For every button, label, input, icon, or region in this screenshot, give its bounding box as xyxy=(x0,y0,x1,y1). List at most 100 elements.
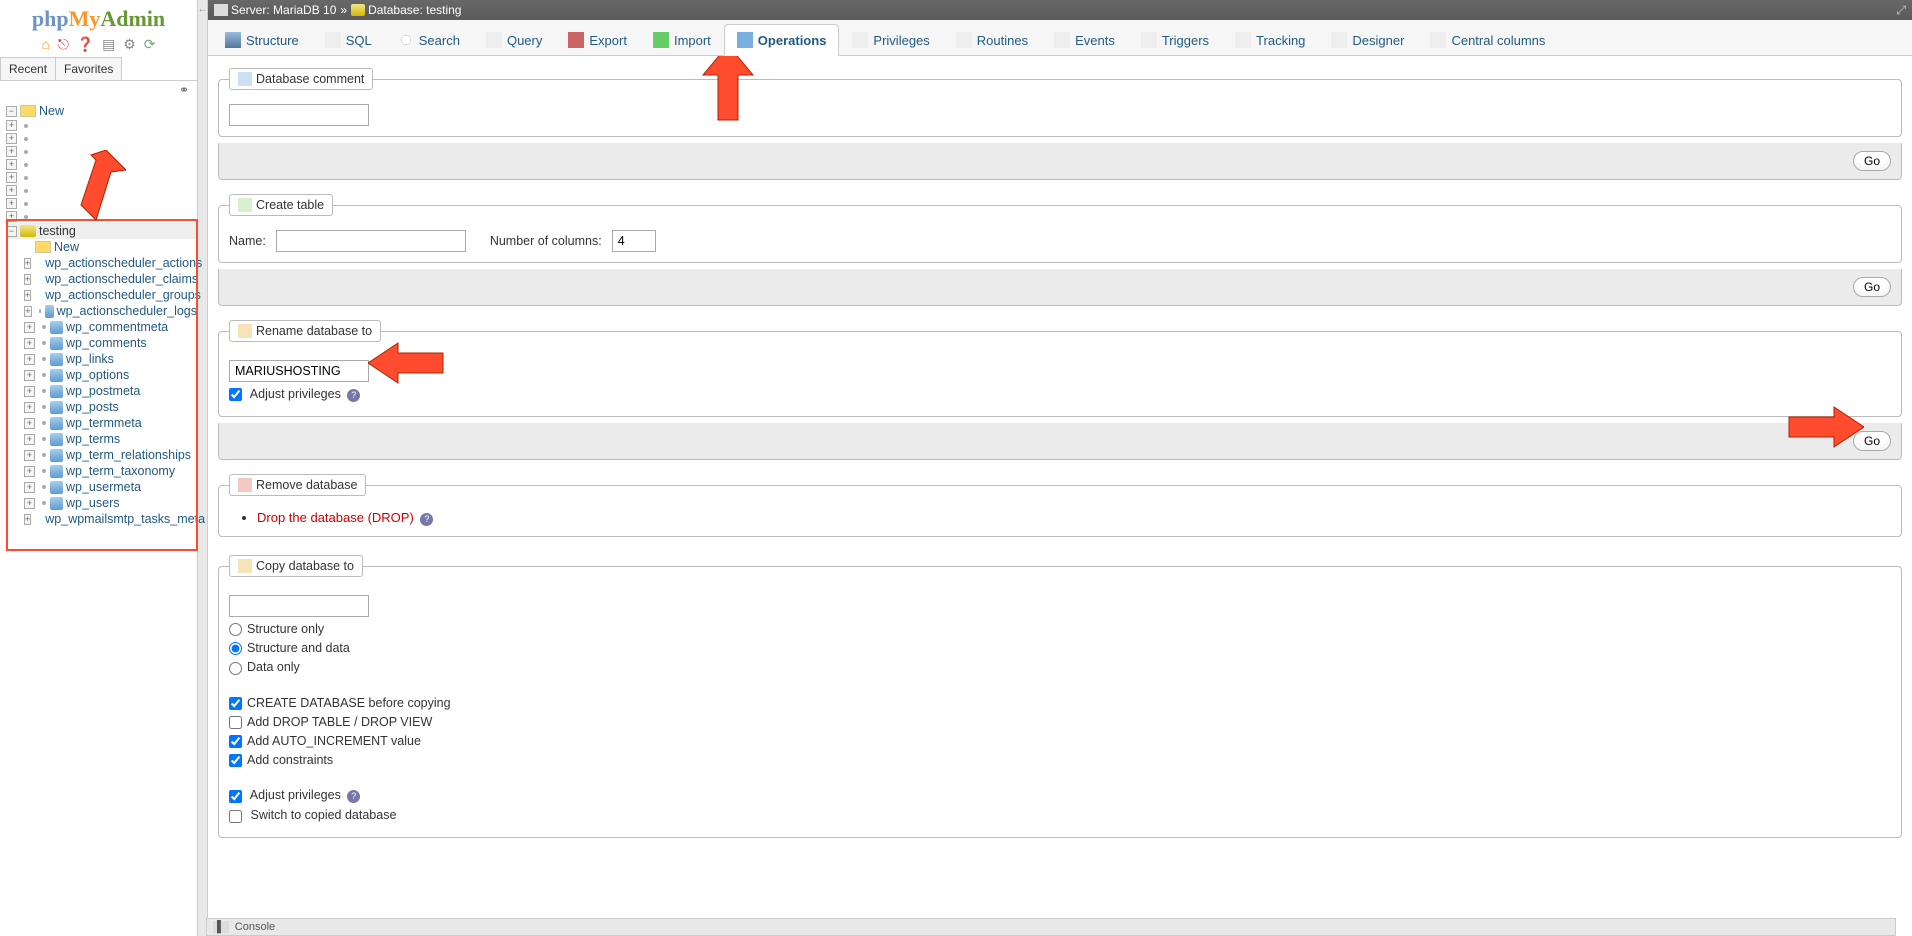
help-icon[interactable]: ? xyxy=(420,513,433,526)
table-name-input[interactable] xyxy=(276,230,466,252)
table-row[interactable]: +wp_actionscheduler_groups xyxy=(24,287,197,303)
docs-icon[interactable]: ❓ xyxy=(77,36,94,52)
tab-tracking[interactable]: Tracking xyxy=(1222,24,1318,55)
collapsed-db-8[interactable]: + xyxy=(6,210,197,223)
collapsed-db-4[interactable]: + xyxy=(6,158,197,171)
copy-opt[interactable]: Structure only xyxy=(229,622,324,636)
tab-favorites[interactable]: Favorites xyxy=(55,57,122,80)
tree-new[interactable]: − New xyxy=(6,103,197,119)
expand-icon[interactable]: + xyxy=(24,498,35,509)
console-bar[interactable]: ▌ Console xyxy=(206,918,1896,936)
expand-icon[interactable]: + xyxy=(24,402,35,413)
tab-search[interactable]: Search xyxy=(385,24,473,55)
table-row[interactable]: +wp_actionscheduler_actions xyxy=(24,255,197,271)
db-link[interactable]: testing xyxy=(426,3,461,17)
collapsed-db-7[interactable]: + xyxy=(6,197,197,210)
tab-query[interactable]: Query xyxy=(473,24,555,55)
db-comment-input[interactable] xyxy=(229,104,369,126)
copy-opt[interactable]: Data only xyxy=(229,660,300,674)
expand-icon[interactable]: + xyxy=(24,482,35,493)
expand-icon[interactable]: + xyxy=(24,274,31,285)
expand-icon[interactable]: + xyxy=(24,514,31,525)
table-row[interactable]: +wp_postmeta xyxy=(24,383,197,399)
db-new-table[interactable]: New xyxy=(24,239,197,255)
expand-icon[interactable]: + xyxy=(24,354,35,365)
table-row[interactable]: +wp_links xyxy=(24,351,197,367)
copy-checkbox[interactable] xyxy=(229,697,242,710)
link-icon[interactable]: ⚭ xyxy=(0,81,197,99)
table-row[interactable]: +wp_actionscheduler_logs xyxy=(24,303,197,319)
console-handle-icon[interactable]: ▌ xyxy=(213,921,229,933)
expand-icon[interactable]: + xyxy=(24,322,35,333)
expand-icon[interactable]: + xyxy=(24,338,35,349)
tab-import[interactable]: Import xyxy=(640,24,724,55)
drop-db-link[interactable]: Drop the database (DROP) xyxy=(257,510,414,525)
tab-privileges[interactable]: Privileges xyxy=(839,24,942,55)
settings-icon[interactable]: ⚙ xyxy=(123,36,136,52)
collapsed-db-1[interactable]: + xyxy=(6,119,197,132)
table-row[interactable]: +wp_options xyxy=(24,367,197,383)
table-row[interactable]: +wp_users xyxy=(24,495,197,511)
copy-check[interactable]: Add constraints xyxy=(229,753,333,767)
tab-sql[interactable]: SQL xyxy=(312,24,385,55)
copy-switch-checkbox[interactable] xyxy=(229,810,242,823)
server-link[interactable]: MariaDB 10 xyxy=(273,3,336,17)
rename-go-button[interactable]: Go xyxy=(1853,431,1891,451)
adjust-priv-checkbox[interactable] xyxy=(229,388,242,401)
logo[interactable]: phpMyAdmin xyxy=(0,0,197,34)
tab-designer[interactable]: Designer xyxy=(1318,24,1417,55)
copy-radio[interactable] xyxy=(229,623,242,636)
copy-check[interactable]: Add AUTO_INCREMENT value xyxy=(229,734,421,748)
reload-icon[interactable]: ⟳ xyxy=(144,36,156,52)
sql-icon[interactable]: ▤ xyxy=(102,36,115,52)
num-columns-input[interactable] xyxy=(612,230,656,252)
tab-structure[interactable]: Structure xyxy=(212,24,312,55)
copy-radio[interactable] xyxy=(229,642,242,655)
tab-operations[interactable]: Operations xyxy=(724,24,840,56)
expand-icon[interactable]: + xyxy=(24,434,35,445)
copy-check[interactable]: CREATE DATABASE before copying xyxy=(229,696,451,710)
collapse-icon[interactable]: − xyxy=(6,226,17,237)
collapsed-db-3[interactable]: + xyxy=(6,145,197,158)
copy-adjust-label[interactable]: Adjust privileges xyxy=(229,788,344,802)
collapsed-db-5[interactable]: + xyxy=(6,171,197,184)
create-table-go-button[interactable]: Go xyxy=(1853,277,1891,297)
collapsed-db-6[interactable]: + xyxy=(6,184,197,197)
table-row[interactable]: +wp_termmeta xyxy=(24,415,197,431)
copy-checkbox[interactable] xyxy=(229,754,242,767)
expand-icon[interactable]: + xyxy=(24,450,35,461)
expand-icon[interactable]: + xyxy=(24,290,31,301)
help-icon[interactable]: ? xyxy=(347,790,360,803)
page-settings-icon[interactable]: ⤢ xyxy=(1896,3,1906,18)
copy-checkbox[interactable] xyxy=(229,716,242,729)
db-comment-go-button[interactable]: Go xyxy=(1853,151,1891,171)
tab-routines[interactable]: Routines xyxy=(943,24,1041,55)
copy-opt[interactable]: Structure and data xyxy=(229,641,350,655)
table-row[interactable]: +wp_commentmeta xyxy=(24,319,197,335)
copy-switch-label[interactable]: Switch to copied database xyxy=(229,808,396,822)
expand-icon[interactable]: + xyxy=(24,306,32,317)
copy-check[interactable]: Add DROP TABLE / DROP VIEW xyxy=(229,715,432,729)
nav-collapse-handle[interactable]: ← xyxy=(198,0,208,936)
expand-icon[interactable]: + xyxy=(24,466,35,477)
db-testing[interactable]: − testing xyxy=(6,223,197,239)
table-row[interactable]: +wp_term_taxonomy xyxy=(24,463,197,479)
expand-icon[interactable]: + xyxy=(24,386,35,397)
tab-events[interactable]: Events xyxy=(1041,24,1128,55)
copy-adjust-checkbox[interactable] xyxy=(229,790,242,803)
table-row[interactable]: +wp_actionscheduler_claims xyxy=(24,271,197,287)
expand-icon[interactable]: + xyxy=(24,258,31,269)
tab-triggers[interactable]: Triggers xyxy=(1128,24,1222,55)
help-icon[interactable]: ? xyxy=(347,389,360,402)
table-row[interactable]: +wp_terms xyxy=(24,431,197,447)
expand-icon[interactable]: − xyxy=(6,106,17,117)
tab-export[interactable]: Export xyxy=(555,24,640,55)
table-row[interactable]: +wp_wpmailsmtp_tasks_meta xyxy=(24,511,197,527)
copy-checkbox[interactable] xyxy=(229,735,242,748)
copy-db-input[interactable] xyxy=(229,595,369,617)
tab-recent[interactable]: Recent xyxy=(0,57,56,80)
expand-icon[interactable]: + xyxy=(24,418,35,429)
table-row[interactable]: +wp_comments xyxy=(24,335,197,351)
table-row[interactable]: +wp_term_relationships xyxy=(24,447,197,463)
table-row[interactable]: +wp_usermeta xyxy=(24,479,197,495)
